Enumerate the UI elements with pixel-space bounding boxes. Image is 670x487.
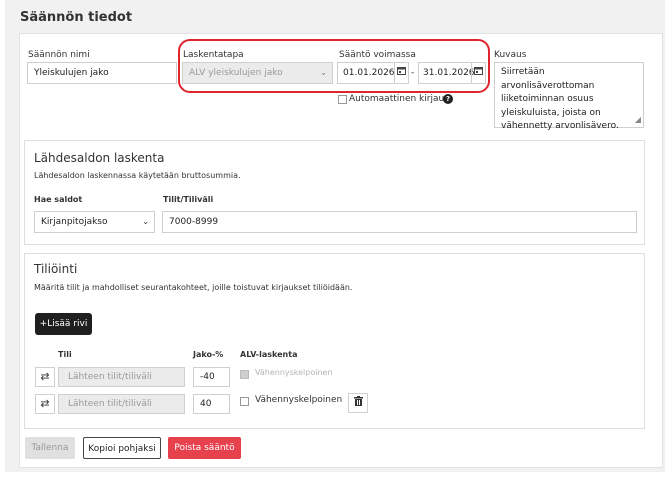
vat-checkbox[interactable] [240, 370, 249, 379]
copy-template-button[interactable]: Kopioi pohjaksi [83, 437, 161, 459]
col-vat-header: ALV-laskenta [240, 350, 298, 359]
posting-section: Tiliöinti Määritä tilit ja mahdolliset s… [24, 253, 645, 429]
chevron-down-icon: ⌄ [142, 217, 149, 226]
auto-booking-checkbox[interactable] [338, 95, 347, 104]
source-balance-description: Lähdesaldon laskennassa käytetään brutto… [34, 171, 241, 180]
auto-booking-label: Automaattinen kirjaus [349, 94, 449, 104]
description-label: Kuvaus [494, 50, 527, 60]
fetch-balances-value: Kirjanpitojakso [41, 217, 108, 227]
col-share-header: Jako-% [193, 350, 224, 359]
share-input[interactable]: 40 [193, 394, 230, 414]
description-value: Siirretään arvonlisäverottoman liiketoim… [501, 67, 619, 131]
source-balance-title: Lähdesaldon laskenta [34, 151, 165, 165]
highlight-annotation [178, 39, 490, 93]
rule-name-input[interactable]: Yleiskulujen jako [27, 62, 177, 84]
resize-handle-icon[interactable]: ◢ [635, 113, 641, 127]
posting-title: Tiliöinti [34, 262, 78, 276]
delete-rule-button[interactable]: Poista sääntö [168, 437, 241, 459]
save-button[interactable]: Tallenna [25, 437, 75, 459]
trash-icon[interactable] [348, 393, 368, 413]
swap-icon[interactable]: ⇄ [35, 367, 55, 387]
vat-checkbox[interactable] [240, 397, 249, 406]
share-input[interactable]: -40 [193, 367, 230, 387]
vat-label: Vähennyskelpoinen [255, 395, 343, 405]
accounts-label: Tilit/Tiliväli [163, 195, 214, 204]
account-input[interactable]: Lähteen tilit/tiliväli [58, 367, 185, 387]
source-balance-section: Lähdesaldon laskenta Lähdesaldon laskenn… [24, 140, 645, 245]
account-input[interactable]: Lähteen tilit/tiliväli [58, 394, 185, 414]
col-account-header: Tili [58, 350, 72, 359]
posting-description: Määritä tilit ja mahdolliset seurantakoh… [34, 283, 353, 292]
fetch-balances-label: Hae saldot [34, 195, 83, 204]
description-textarea[interactable]: Siirretään arvonlisäverottoman liiketoim… [494, 62, 644, 131]
rule-name-label: Säännön nimi [28, 50, 90, 60]
accounts-input[interactable]: 7000-8999 [162, 211, 637, 233]
fetch-balances-select[interactable]: Kirjanpitojakso ⌄ [34, 211, 155, 233]
help-icon[interactable]: ? [443, 94, 453, 104]
swap-icon[interactable]: ⇄ [35, 394, 55, 414]
vat-label: Vähennyskelpoinen [255, 368, 333, 377]
add-row-button[interactable]: +Lisää rivi [35, 313, 92, 335]
page-title: Säännön tiedot [20, 10, 133, 25]
